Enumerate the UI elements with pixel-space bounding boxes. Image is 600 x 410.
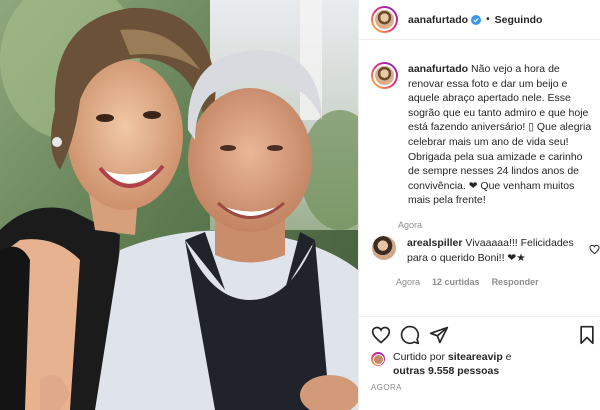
like-heart-icon[interactable] <box>371 325 391 345</box>
post-photo[interactable] <box>0 0 358 410</box>
likes-summary: Curtido por siteareavip e outras 9.558 p… <box>371 351 512 378</box>
caption-text: aanafurtado Não vejo a hora de renovar e… <box>408 62 594 208</box>
comment-icon[interactable] <box>400 325 420 345</box>
following-button[interactable]: Seguindo <box>495 14 543 26</box>
liker-avatar[interactable] <box>371 352 385 366</box>
post-caption: aanafurtado Não vejo a hora de renovar e… <box>371 62 593 231</box>
caption-author-avatar[interactable] <box>371 62 398 89</box>
caption-body: Não vejo a hora de renovar essa foto e d… <box>408 63 592 207</box>
selfie-illustration <box>0 0 358 410</box>
likes-text: Curtido por siteareavip e outras 9.558 p… <box>393 351 512 378</box>
comment-meta: Agora 12 curtidas Responder <box>396 277 575 287</box>
comment: arealspiller Vivaaaaa!!! Felicidades par… <box>371 236 600 287</box>
likes-prefix: Curtido por <box>393 351 445 363</box>
author-avatar[interactable] <box>371 6 398 33</box>
post-side-panel: aanafurtado • Seguindo aanafurtado Não v… <box>358 0 600 410</box>
share-icon[interactable] <box>429 325 449 345</box>
comment-time[interactable]: Agora <box>396 277 420 287</box>
commenter-avatar[interactable] <box>372 236 396 260</box>
verified-badge-icon <box>471 14 482 25</box>
liker-username[interactable]: siteareavip <box>448 351 503 363</box>
caption-username[interactable]: aanafurtado <box>408 63 468 75</box>
post-header: aanafurtado • Seguindo <box>359 0 600 40</box>
caption-time[interactable]: Agora <box>398 220 594 231</box>
likes-connector: e <box>505 351 512 363</box>
instagram-post: aanafurtado • Seguindo aanafurtado Não v… <box>0 0 600 410</box>
comment-likes[interactable]: 12 curtidas <box>432 277 480 287</box>
header-separator: • <box>486 14 490 25</box>
commenter-username[interactable]: arealspiller <box>407 237 462 249</box>
author-username[interactable]: aanafurtado <box>408 14 468 26</box>
action-icons <box>371 325 597 347</box>
post-timestamp[interactable]: AGORA <box>371 383 402 392</box>
bookmark-icon[interactable] <box>577 325 597 345</box>
heart-icon[interactable] <box>589 244 600 255</box>
reply-button[interactable]: Responder <box>492 277 539 287</box>
post-actions: Curtido por siteareavip e outras 9.558 p… <box>359 316 600 410</box>
likes-others-link[interactable]: outras 9.558 pessoas <box>393 365 499 377</box>
comment-text: arealspiller Vivaaaaa!!! Felicidades par… <box>407 236 575 265</box>
